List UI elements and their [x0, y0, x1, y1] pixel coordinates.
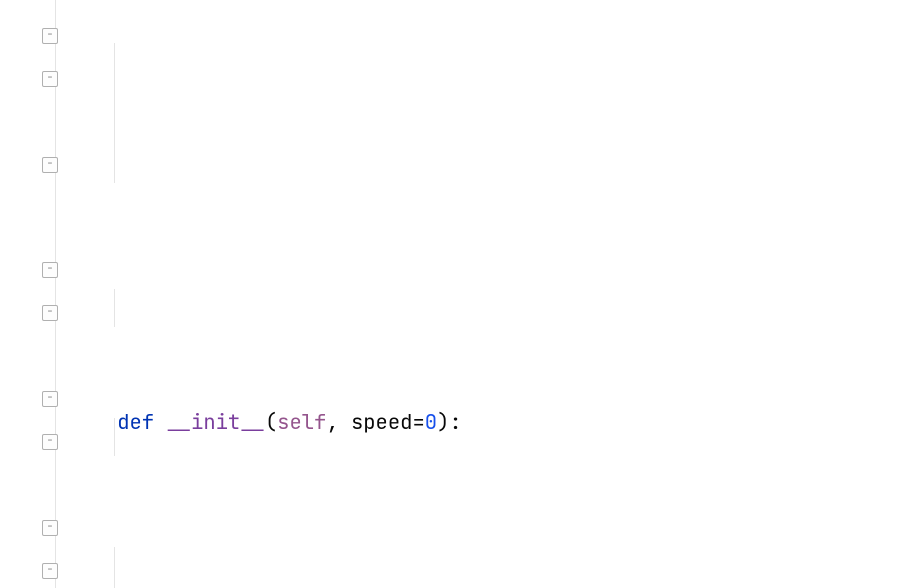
fold-icon[interactable]	[42, 563, 58, 579]
code-line[interactable]: def __init__(self, speed=0):	[68, 401, 912, 444]
number-literal: 0	[425, 409, 437, 436]
fold-icon[interactable]	[42, 71, 58, 87]
gutter	[0, 0, 64, 588]
fold-icon[interactable]	[42, 305, 58, 321]
param-tail: , speed=	[326, 409, 424, 436]
code-editor[interactable]: def __init__(self, speed=0): self.speed …	[0, 0, 912, 588]
paren-close: )	[437, 409, 449, 436]
fold-icon[interactable]	[42, 391, 58, 407]
fold-icon[interactable]	[42, 434, 58, 450]
fold-icon[interactable]	[42, 520, 58, 536]
fold-icon[interactable]	[42, 262, 58, 278]
fold-icon[interactable]	[42, 157, 58, 173]
keyword-def: def	[117, 409, 154, 436]
function-name: __init__	[166, 409, 264, 436]
paren-open: (	[265, 409, 277, 436]
colon: :	[449, 409, 461, 436]
self-param: self	[277, 409, 326, 436]
indent	[68, 409, 117, 436]
code-area[interactable]: def __init__(self, speed=0): self.speed …	[64, 0, 912, 588]
fold-icon[interactable]	[42, 28, 58, 44]
